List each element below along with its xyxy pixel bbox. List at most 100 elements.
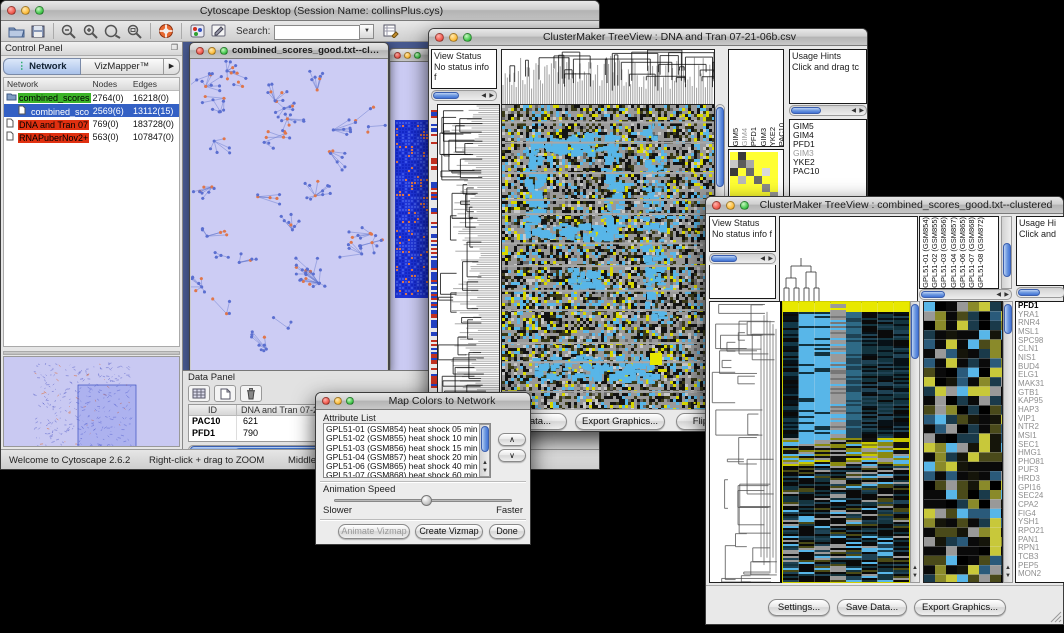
network-name[interactable]: DNA and Tran 07 [18, 120, 89, 130]
tv1-heatmap[interactable] [501, 104, 715, 413]
node-palette-icon[interactable] [186, 22, 208, 40]
tv2-status-scrollbar[interactable]: ◀▶ [709, 253, 776, 264]
tv2-array-labels[interactable]: GPL51-01 (GSM854)GPL51-02 (GSM855)GPL51-… [919, 216, 999, 289]
tv2-gene-list[interactable]: PFD1YRA1RNR4MSL1SPC98CLN1NIS1BUD4ELG1MAK… [1015, 301, 1064, 583]
float-panel-icon[interactable]: ❐ [171, 43, 178, 52]
tv2-detail-vscrollbar[interactable]: ▲▼ [1003, 301, 1013, 583]
move-down-button[interactable]: ∨ [498, 449, 526, 462]
network-name[interactable]: combined_sco [30, 107, 90, 117]
zoom-button[interactable] [35, 6, 44, 15]
array-label[interactable]: GIM4 [740, 128, 749, 146]
col-network[interactable]: Network [4, 79, 93, 89]
frame-minimize-button[interactable] [208, 47, 216, 55]
array-label[interactable]: GPL51-04 (GSM857) [949, 217, 958, 288]
tv2-save-data-button[interactable]: Save Data... [837, 599, 907, 616]
close-button[interactable] [435, 33, 444, 42]
array-label[interactable]: GPL51-07 (GSM868) [967, 217, 976, 288]
tv2-heatmap-vscrollbar[interactable]: ▲▼ [910, 301, 920, 583]
treeview2-titlebar[interactable]: ClusterMaker TreeView : combined_scores_… [706, 197, 1063, 214]
frame-zoom-button[interactable] [220, 47, 228, 55]
col-edges[interactable]: Edges [133, 79, 179, 89]
table-grid-icon[interactable] [188, 385, 210, 402]
minimize-button[interactable] [334, 397, 342, 405]
tv1-array-labels[interactable]: GIM5GIM4PFD1GIM3YKE2PAC10 [728, 49, 784, 147]
tv2-detail-hscrollbar[interactable]: ◀▶ [919, 289, 1012, 300]
array-label[interactable]: GPL51-08 (GSM872) [976, 217, 985, 288]
frame-close-button[interactable] [196, 47, 204, 55]
tv1-gene-dendrogram[interactable] [437, 104, 500, 413]
network-tree-row[interactable]: RNAPuberNov2+563(0)107847(0) [4, 130, 179, 143]
animation-speed-slider[interactable] [334, 499, 512, 502]
tv1-array-dendrogram[interactable] [501, 49, 715, 105]
help-lifering-icon[interactable] [155, 22, 177, 40]
search-dropdown-button[interactable]: ▼ [360, 24, 374, 39]
zoom-button[interactable] [463, 33, 472, 42]
col-nodes[interactable]: Nodes [93, 79, 133, 89]
resize-grip[interactable] [1050, 611, 1062, 623]
tv1-status-scrollbar[interactable]: ◀▶ [431, 90, 497, 101]
annotation-icon[interactable] [208, 22, 230, 40]
network-tree-row[interactable]: combined_scores2764(0)16218(0) [4, 91, 179, 104]
array-label[interactable]: YKE2 [768, 127, 777, 146]
zoom-button[interactable] [740, 201, 749, 210]
network-name[interactable]: combined_scores [18, 93, 91, 103]
zoom-out-icon[interactable] [58, 22, 80, 40]
panel-splitter[interactable] [3, 351, 180, 355]
tv2-export-graphics-button[interactable]: Export Graphics... [914, 599, 1006, 616]
tv1-export-graphics-button[interactable]: Export Graphics... [575, 413, 665, 430]
zoom-fit-icon[interactable] [124, 22, 146, 40]
minimize-button[interactable] [449, 33, 458, 42]
zoom-in-icon[interactable] [80, 22, 102, 40]
tv2-detail-heatmap[interactable] [923, 301, 1003, 583]
move-up-button[interactable]: ∧ [498, 433, 526, 446]
zoom-selected-icon[interactable] [102, 22, 124, 40]
zoom-button[interactable] [346, 397, 354, 405]
delete-attribute-icon[interactable] [240, 385, 262, 402]
tv2-hints-scrollbar[interactable] [1016, 287, 1064, 298]
network-canvas[interactable] [191, 59, 387, 371]
save-icon[interactable] [27, 22, 49, 40]
array-label[interactable]: GPL51-01 (GSM854) [921, 217, 930, 288]
tv2-settings-button[interactable]: Settings... [768, 599, 830, 616]
close-button[interactable] [322, 397, 330, 405]
minimize-button[interactable] [21, 6, 30, 15]
network-tree-row[interactable]: DNA and Tran 07769(0)183728(0) [4, 117, 179, 130]
search-input[interactable] [274, 25, 360, 40]
gene-label[interactable]: MON2 [1018, 570, 1064, 579]
tv2-gene-dendrogram[interactable] [709, 301, 782, 583]
birdseye-view[interactable] [3, 356, 180, 447]
tab-vizmapper[interactable]: VizMapper™ [81, 58, 164, 75]
array-label[interactable]: GIM5 [731, 128, 740, 146]
treeview1-titlebar[interactable]: ClusterMaker TreeView : DNA and Tran 07-… [429, 29, 867, 46]
folder-open-icon[interactable] [5, 22, 27, 40]
attribute-list-item[interactable]: GPL51-07 (GSM868) heat shock 60 min [326, 471, 488, 478]
new-attribute-icon[interactable] [214, 385, 236, 402]
attribute-list-scrollbar[interactable]: ▲▼ [479, 424, 490, 477]
minimize-button[interactable] [726, 201, 735, 210]
array-label[interactable]: PFD1 [749, 127, 758, 146]
gene-label[interactable]: PAC10 [793, 167, 866, 176]
tab-network[interactable]: ⋮ Network [3, 58, 81, 75]
close-button[interactable] [712, 201, 721, 210]
close-button[interactable] [7, 6, 16, 15]
tab-overflow-arrow[interactable]: ▶ [164, 58, 180, 75]
done-button[interactable]: Done [489, 524, 525, 539]
tv1-hints-scrollbar[interactable]: ◀▶ [789, 105, 867, 116]
dialog-titlebar[interactable]: Map Colors to Network [316, 393, 530, 410]
animate-vizmap-button[interactable]: Animate Vizmap [338, 524, 410, 539]
tv2-labels-vscrollbar[interactable] [1001, 216, 1012, 289]
array-label[interactable]: GPL51-03 (GSM856) [939, 217, 948, 288]
network-tree-row[interactable]: combined_sco2569(6)13112(15) [4, 104, 179, 117]
tv2-array-dendrogram[interactable] [779, 216, 918, 303]
slider-thumb[interactable] [421, 495, 432, 506]
array-label[interactable]: GPL51-02 (GSM855) [930, 217, 939, 288]
attr-col-id[interactable]: ID [189, 405, 237, 415]
network-name[interactable]: RNAPuberNov2+ [18, 133, 89, 143]
network-view-frame[interactable]: combined_scores_good.txt--cluste... [189, 42, 389, 372]
attribute-list[interactable]: GPL51-01 (GSM854) heat shock 05 minGPL51… [323, 423, 491, 478]
main-titlebar[interactable]: Cytoscape Desktop (Session Name: collins… [1, 1, 599, 21]
array-label[interactable]: PAC10 [777, 123, 784, 146]
create-vizmap-button[interactable]: Create Vizmap [415, 524, 483, 539]
table-edit-icon[interactable] [380, 22, 402, 40]
array-label[interactable]: GPL51-06 (GSM865) [958, 217, 967, 288]
